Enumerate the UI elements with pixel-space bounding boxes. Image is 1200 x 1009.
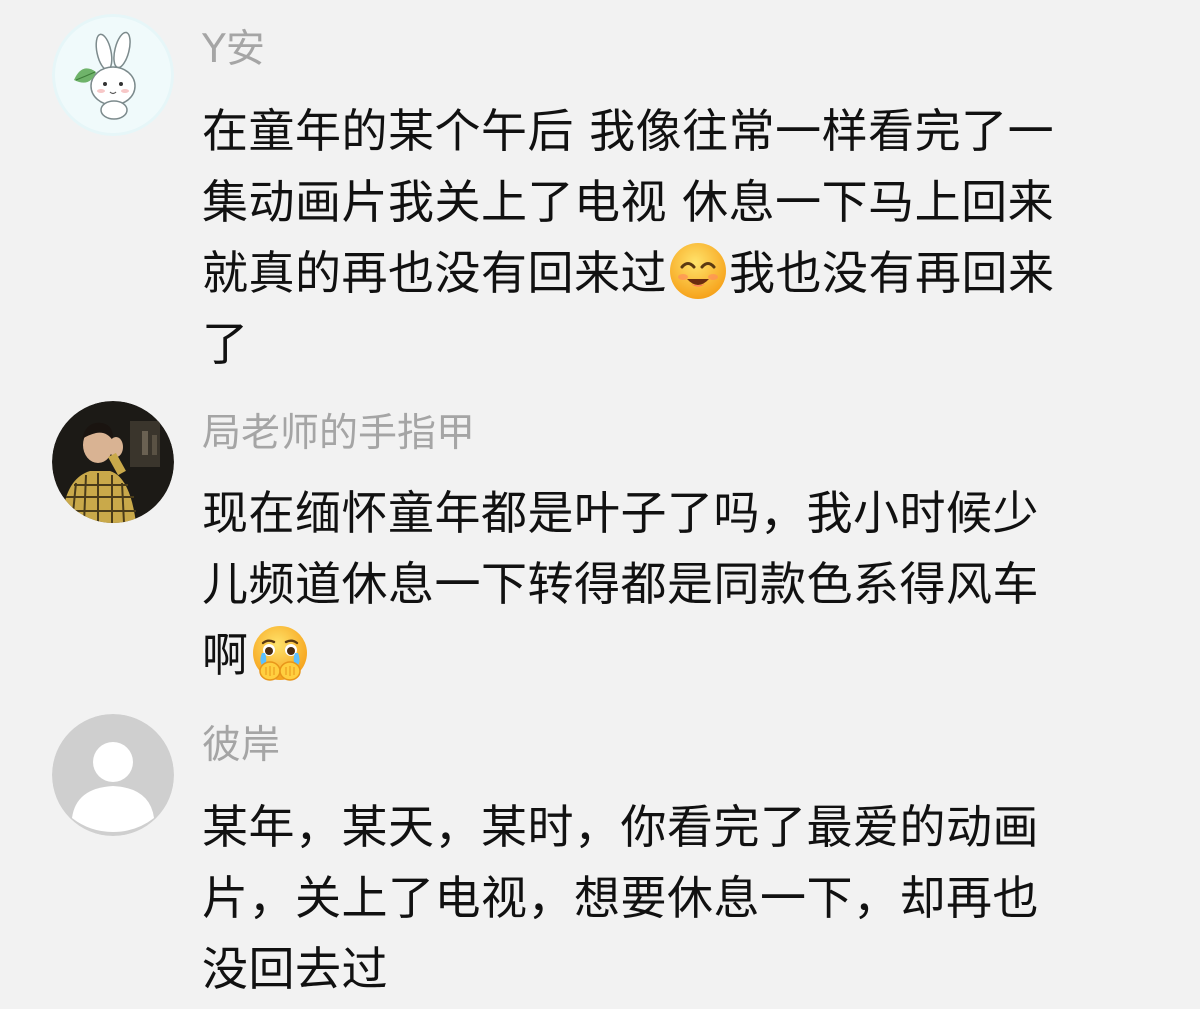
comment-text: 某年，某天，某时，你看完了最爱的动画 片，关上了电视，想要休息一下，却再也 没回… <box>202 792 1162 1005</box>
comment-line-text: 就真的再也没有回来过 <box>202 246 667 300</box>
default-user-avatar-icon <box>52 714 174 836</box>
comment-line: 没回去过 <box>202 942 388 996</box>
comment-line: 片，关上了电视，想要休息一下，却再也 <box>202 871 1039 925</box>
comment-line: 儿频道休息一下转得都是同款色系得风车 <box>202 557 1039 611</box>
comment-line: 某年，某天，某时，你看完了最爱的动画 <box>202 800 1039 854</box>
user-avatar[interactable] <box>52 14 174 136</box>
man-plaid-jacket-avatar-icon <box>52 401 174 523</box>
comment-line-text: 啊 <box>202 628 249 682</box>
comment-text: 在童年的某个午后 我像往常一样看完了一 集动画片我关上了电视 休息一下马上回来 … <box>202 96 1162 380</box>
comment-line: 啊 <box>202 620 1162 691</box>
smiling-face-emoji-icon <box>668 241 728 301</box>
user-avatar[interactable] <box>52 714 174 836</box>
comment-line: 在童年的某个午后 我像往常一样看完了一 <box>202 104 1055 158</box>
user-avatar[interactable] <box>52 401 174 523</box>
comment-line: 了 <box>202 317 249 371</box>
comment-line: 现在缅怀童年都是叶子了吗，我小时候少 <box>202 486 1039 540</box>
comment-text: 现在缅怀童年都是叶子了吗，我小时候少 儿频道休息一下转得都是同款色系得风车 啊 <box>202 478 1162 691</box>
crying-hands-emoji-icon <box>250 623 310 683</box>
username[interactable]: 彼岸 <box>202 722 280 770</box>
bunny-avatar-icon <box>52 14 174 136</box>
username[interactable]: 局老师的手指甲 <box>202 410 475 458</box>
comment-line-text: 我也没有再回来 <box>729 246 1055 300</box>
comment-line: 就真的再也没有回来过 我也没有再回来 <box>202 238 1162 309</box>
comment-line: 集动画片我关上了电视 休息一下马上回来 <box>202 175 1055 229</box>
username[interactable]: Y安 <box>202 26 265 74</box>
